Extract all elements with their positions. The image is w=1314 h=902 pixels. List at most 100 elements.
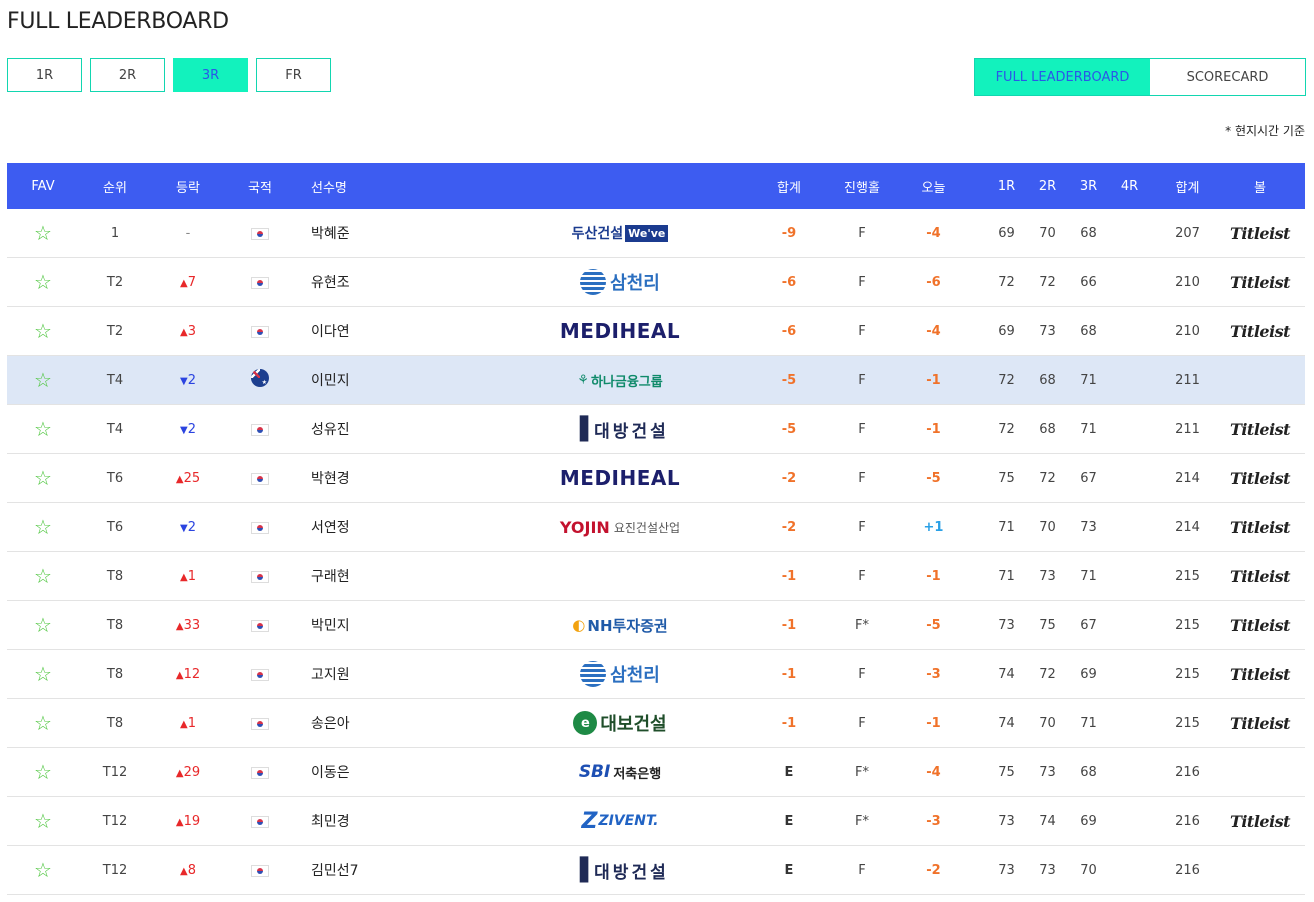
favorite-star-icon[interactable]: ☆ [34, 613, 52, 637]
tab-fr[interactable]: FR [256, 58, 331, 92]
player-name[interactable]: 성유진 [311, 422, 350, 438]
sum-score: 211 [1175, 421, 1200, 437]
r1-score: 71 [998, 519, 1015, 535]
player-name[interactable]: 이다연 [311, 324, 350, 340]
rank-cell: T2 [106, 323, 124, 339]
favorite-star-icon[interactable]: ☆ [34, 319, 52, 343]
sum-score: 216 [1175, 862, 1200, 878]
move-cell: ▲12 [151, 667, 225, 682]
r2-score: 74 [1039, 813, 1056, 829]
3d-cell: 3D [1295, 617, 1314, 633]
table-row[interactable]: ☆T6▲25박현경MEDIHEAL-2F-5757267214Titleist3… [7, 454, 1305, 503]
player-name-cell: 성유진 [295, 419, 505, 439]
table-row[interactable]: ☆ T8 ▲33 박민지 ◐NH투자증권 -1 F* -5 73 75 67 215 Titleist 3… [7, 601, 1305, 650]
table-row[interactable]: ☆T2▲7유현조삼천리-6F-6727266210Titleist3D [7, 258, 1305, 307]
sponsor-name: 삼천리 [610, 273, 660, 294]
rank-cell: T8 [106, 715, 124, 731]
ball-cell: Titleist [1225, 273, 1295, 292]
favorite-star-icon[interactable]: ☆ [34, 662, 52, 686]
tab-full-leaderboard[interactable]: FULL LEADERBOARD [975, 59, 1150, 95]
table-row[interactable]: ☆T8▲1송은아e대보건설-1F-1747071215Titleist3D [7, 699, 1305, 748]
player-name[interactable]: 유현조 [311, 275, 350, 291]
3d-cell: 3D [1295, 862, 1314, 878]
player-name[interactable]: 박혜준 [311, 226, 350, 242]
player-name[interactable]: 박현경 [311, 471, 350, 487]
move-cell: ▼2 [151, 520, 225, 535]
player-name[interactable]: 서연정 [311, 520, 350, 536]
sum-score: 214 [1175, 519, 1200, 535]
time-note: * 현지시간 기준 [1225, 124, 1305, 138]
r3-score: 71 [1080, 715, 1097, 731]
r2-score: 70 [1039, 519, 1056, 535]
player-name[interactable]: 박민지 [311, 618, 350, 634]
nation-cell [225, 520, 295, 535]
sponsor-name: MEDIHEAL [559, 319, 681, 343]
favorite-star-icon[interactable]: ☆ [34, 760, 52, 784]
total-score: -1 [781, 666, 797, 682]
table-row[interactable]: ☆T4▼2이민지⚘하나금융그룹-5F-17268712113D [7, 356, 1305, 405]
table-row[interactable]: ☆T4▼2성유진▐대방건설-5F-1726871211Titleist3D [7, 405, 1305, 454]
favorite-star-icon[interactable]: ☆ [34, 368, 52, 392]
tab-3r[interactable]: 3R [173, 58, 248, 92]
daebang-d-icon: ▐ [571, 857, 589, 883]
r1-score: 72 [998, 372, 1015, 388]
player-name[interactable]: 최민경 [311, 814, 350, 830]
table-row[interactable]: ☆ T12 ▲19 최민경 Z ZIVENT. E F* -3 73 74 69 216 Titleist… [7, 797, 1305, 846]
favorite-star-icon[interactable]: ☆ [34, 466, 52, 490]
table-row[interactable]: ☆T2▲3이다연MEDIHEAL-6F-4697368210Titleist3D [7, 307, 1305, 356]
tab-scorecard[interactable]: SCORECARD [1150, 59, 1305, 95]
favorite-star-icon[interactable]: ☆ [34, 221, 52, 245]
total-score: -6 [781, 274, 797, 290]
table-row[interactable]: ☆T8▲12고지원삼천리-1F-3747269215Titleist3D [7, 650, 1305, 699]
player-name[interactable]: 김민선7 [311, 863, 359, 879]
today-score: -4 [926, 764, 941, 780]
sponsor-logo: YOJIN 요진건설산업 [560, 518, 680, 537]
table-row[interactable]: ☆T12▲8김민선7▐대방건설EF-27373702163D [7, 846, 1305, 895]
table-row[interactable]: ☆ T6 ▼2 서연정 YOJIN 요진건설산업 -2 F +1 71 70 73 214 Titleis… [7, 503, 1305, 552]
rank-cell: T12 [102, 862, 128, 878]
fav-cell: ☆ [7, 272, 79, 293]
favorite-star-icon[interactable]: ☆ [34, 417, 52, 441]
table-row[interactable]: ☆1-박혜준두산건설We've-9F-4697068207Titleist3D [7, 209, 1305, 258]
move-cell: ▲33 [151, 618, 225, 633]
fav-cell: ☆ [7, 223, 79, 244]
favorite-star-icon[interactable]: ☆ [34, 858, 52, 882]
player-name[interactable]: 구래현 [311, 569, 350, 585]
sponsor-name: 대방건설 [594, 421, 669, 442]
tab-1r[interactable]: 1R [7, 58, 82, 92]
r1-score: 69 [998, 323, 1015, 339]
r1-score: 71 [998, 568, 1015, 584]
player-name[interactable]: 송은아 [311, 716, 350, 732]
thru-cell: F [858, 470, 866, 486]
favorite-star-icon[interactable]: ☆ [34, 809, 52, 833]
tab-2r[interactable]: 2R [90, 58, 165, 92]
3d-cell: 3D [1295, 274, 1314, 290]
player-name[interactable]: 이민지 [311, 373, 350, 389]
sponsor-logo: e 대보건설 [573, 710, 667, 736]
r3-score: 71 [1080, 568, 1097, 584]
player-name-cell: 최민경 [295, 811, 505, 831]
today-score: -5 [926, 470, 941, 486]
move-cell: ▲1 [151, 716, 225, 731]
favorite-star-icon[interactable]: ☆ [34, 270, 52, 294]
daebang-d-icon: ▐ [571, 416, 589, 442]
favorite-star-icon[interactable]: ☆ [34, 564, 52, 588]
nation-cell [225, 765, 295, 780]
zivent-z-icon: Z [581, 808, 598, 834]
3d-cell: 3D [1295, 372, 1314, 388]
move-value: 1 [187, 568, 196, 584]
move-cell: ▲3 [151, 324, 225, 339]
favorite-star-icon[interactable]: ☆ [34, 515, 52, 539]
rank-cell: T8 [106, 617, 124, 633]
header-today: 오늘 [921, 180, 946, 196]
3d-cell: 3D [1295, 764, 1314, 780]
table-row[interactable]: ☆T8▲1구래현-1F-1717371215Titleist3D [7, 552, 1305, 601]
sponsor-logo: 두산건설 We've [572, 223, 669, 243]
player-name[interactable]: 이동은 [311, 765, 350, 781]
3d-cell: 3D [1295, 225, 1314, 241]
table-row[interactable]: ☆T12▲29이동은SBI저축은행EF*-47573682163D [7, 748, 1305, 797]
3d-cell: 3D [1295, 666, 1314, 682]
sum-score: 216 [1175, 813, 1200, 829]
favorite-star-icon[interactable]: ☆ [34, 711, 52, 735]
player-name[interactable]: 고지원 [311, 667, 350, 683]
